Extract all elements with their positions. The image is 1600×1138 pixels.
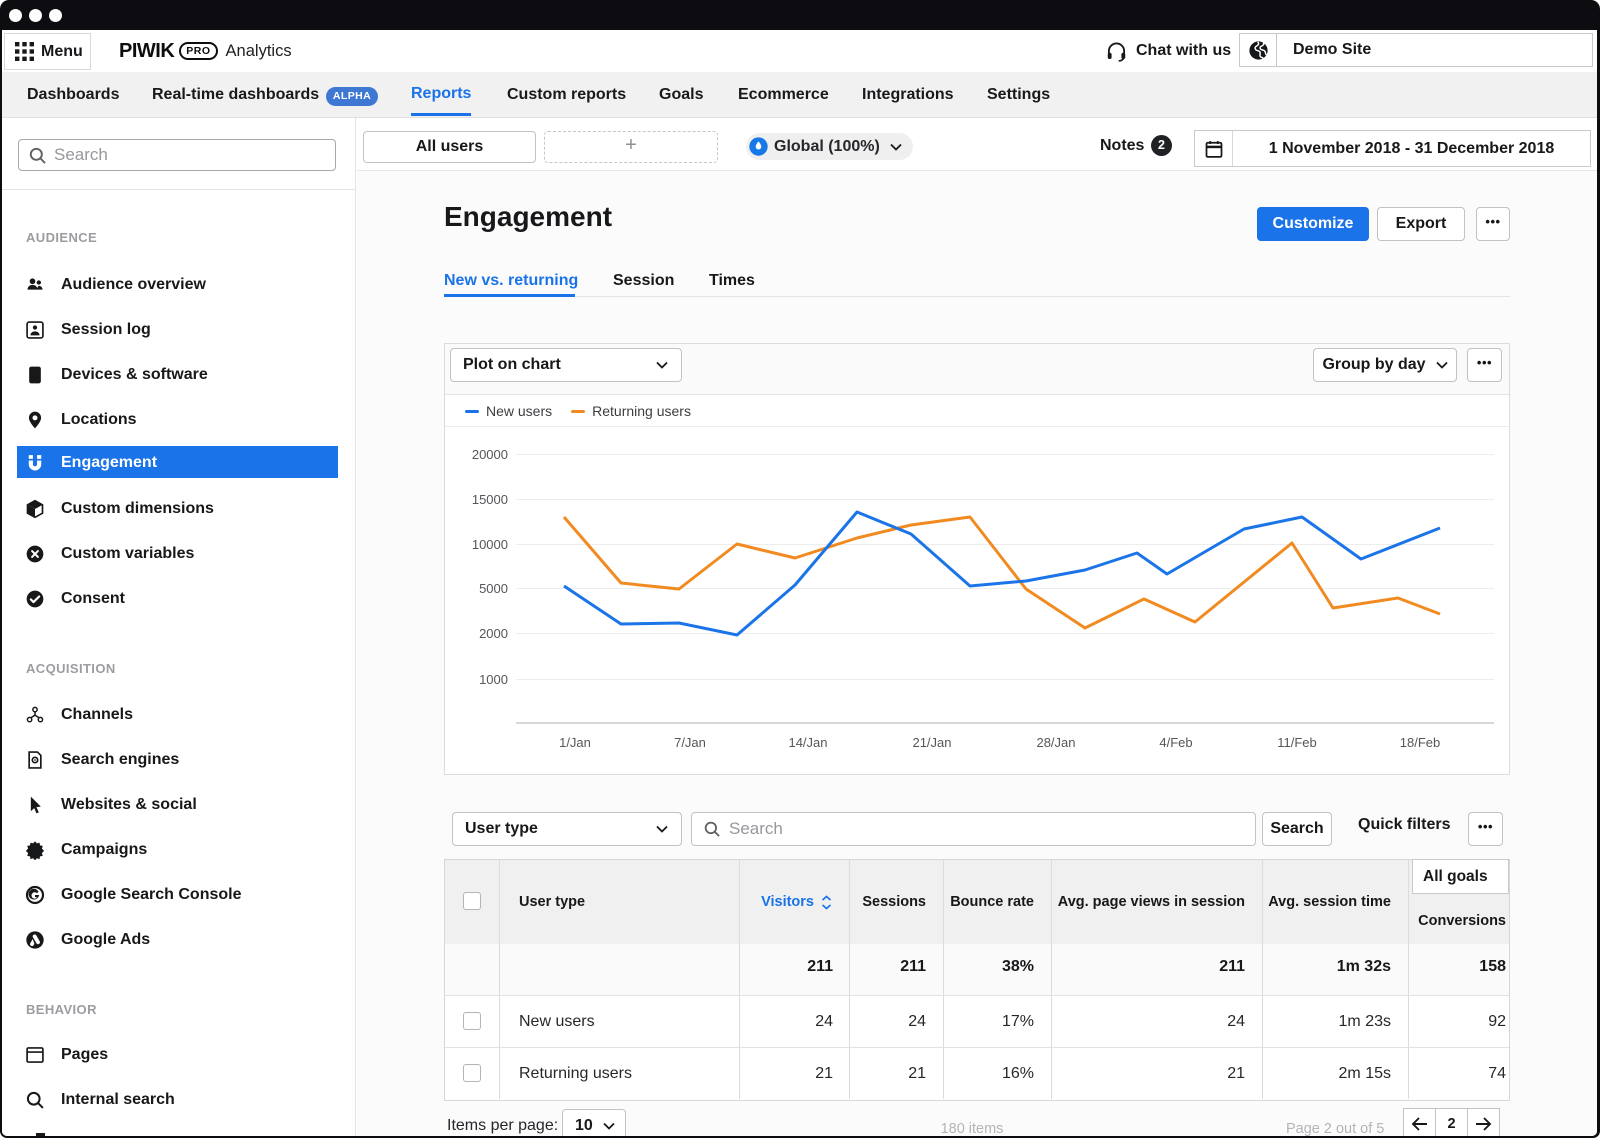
svg-text:1/Jan: 1/Jan: [559, 735, 591, 750]
svg-text:11/Feb: 11/Feb: [1277, 735, 1317, 750]
svg-text:4/Feb: 4/Feb: [1159, 735, 1192, 750]
svg-text:14/Jan: 14/Jan: [788, 735, 827, 750]
svg-text:20000: 20000: [472, 447, 508, 462]
svg-text:10000: 10000: [472, 537, 508, 552]
svg-text:28/Jan: 28/Jan: [1036, 735, 1075, 750]
svg-text:7/Jan: 7/Jan: [674, 735, 706, 750]
svg-text:21/Jan: 21/Jan: [912, 735, 951, 750]
svg-text:2000: 2000: [479, 626, 508, 641]
svg-text:1000: 1000: [479, 672, 508, 687]
svg-text:5000: 5000: [479, 581, 508, 596]
svg-text:18/Feb: 18/Feb: [1400, 735, 1440, 750]
svg-text:15000: 15000: [472, 492, 508, 507]
